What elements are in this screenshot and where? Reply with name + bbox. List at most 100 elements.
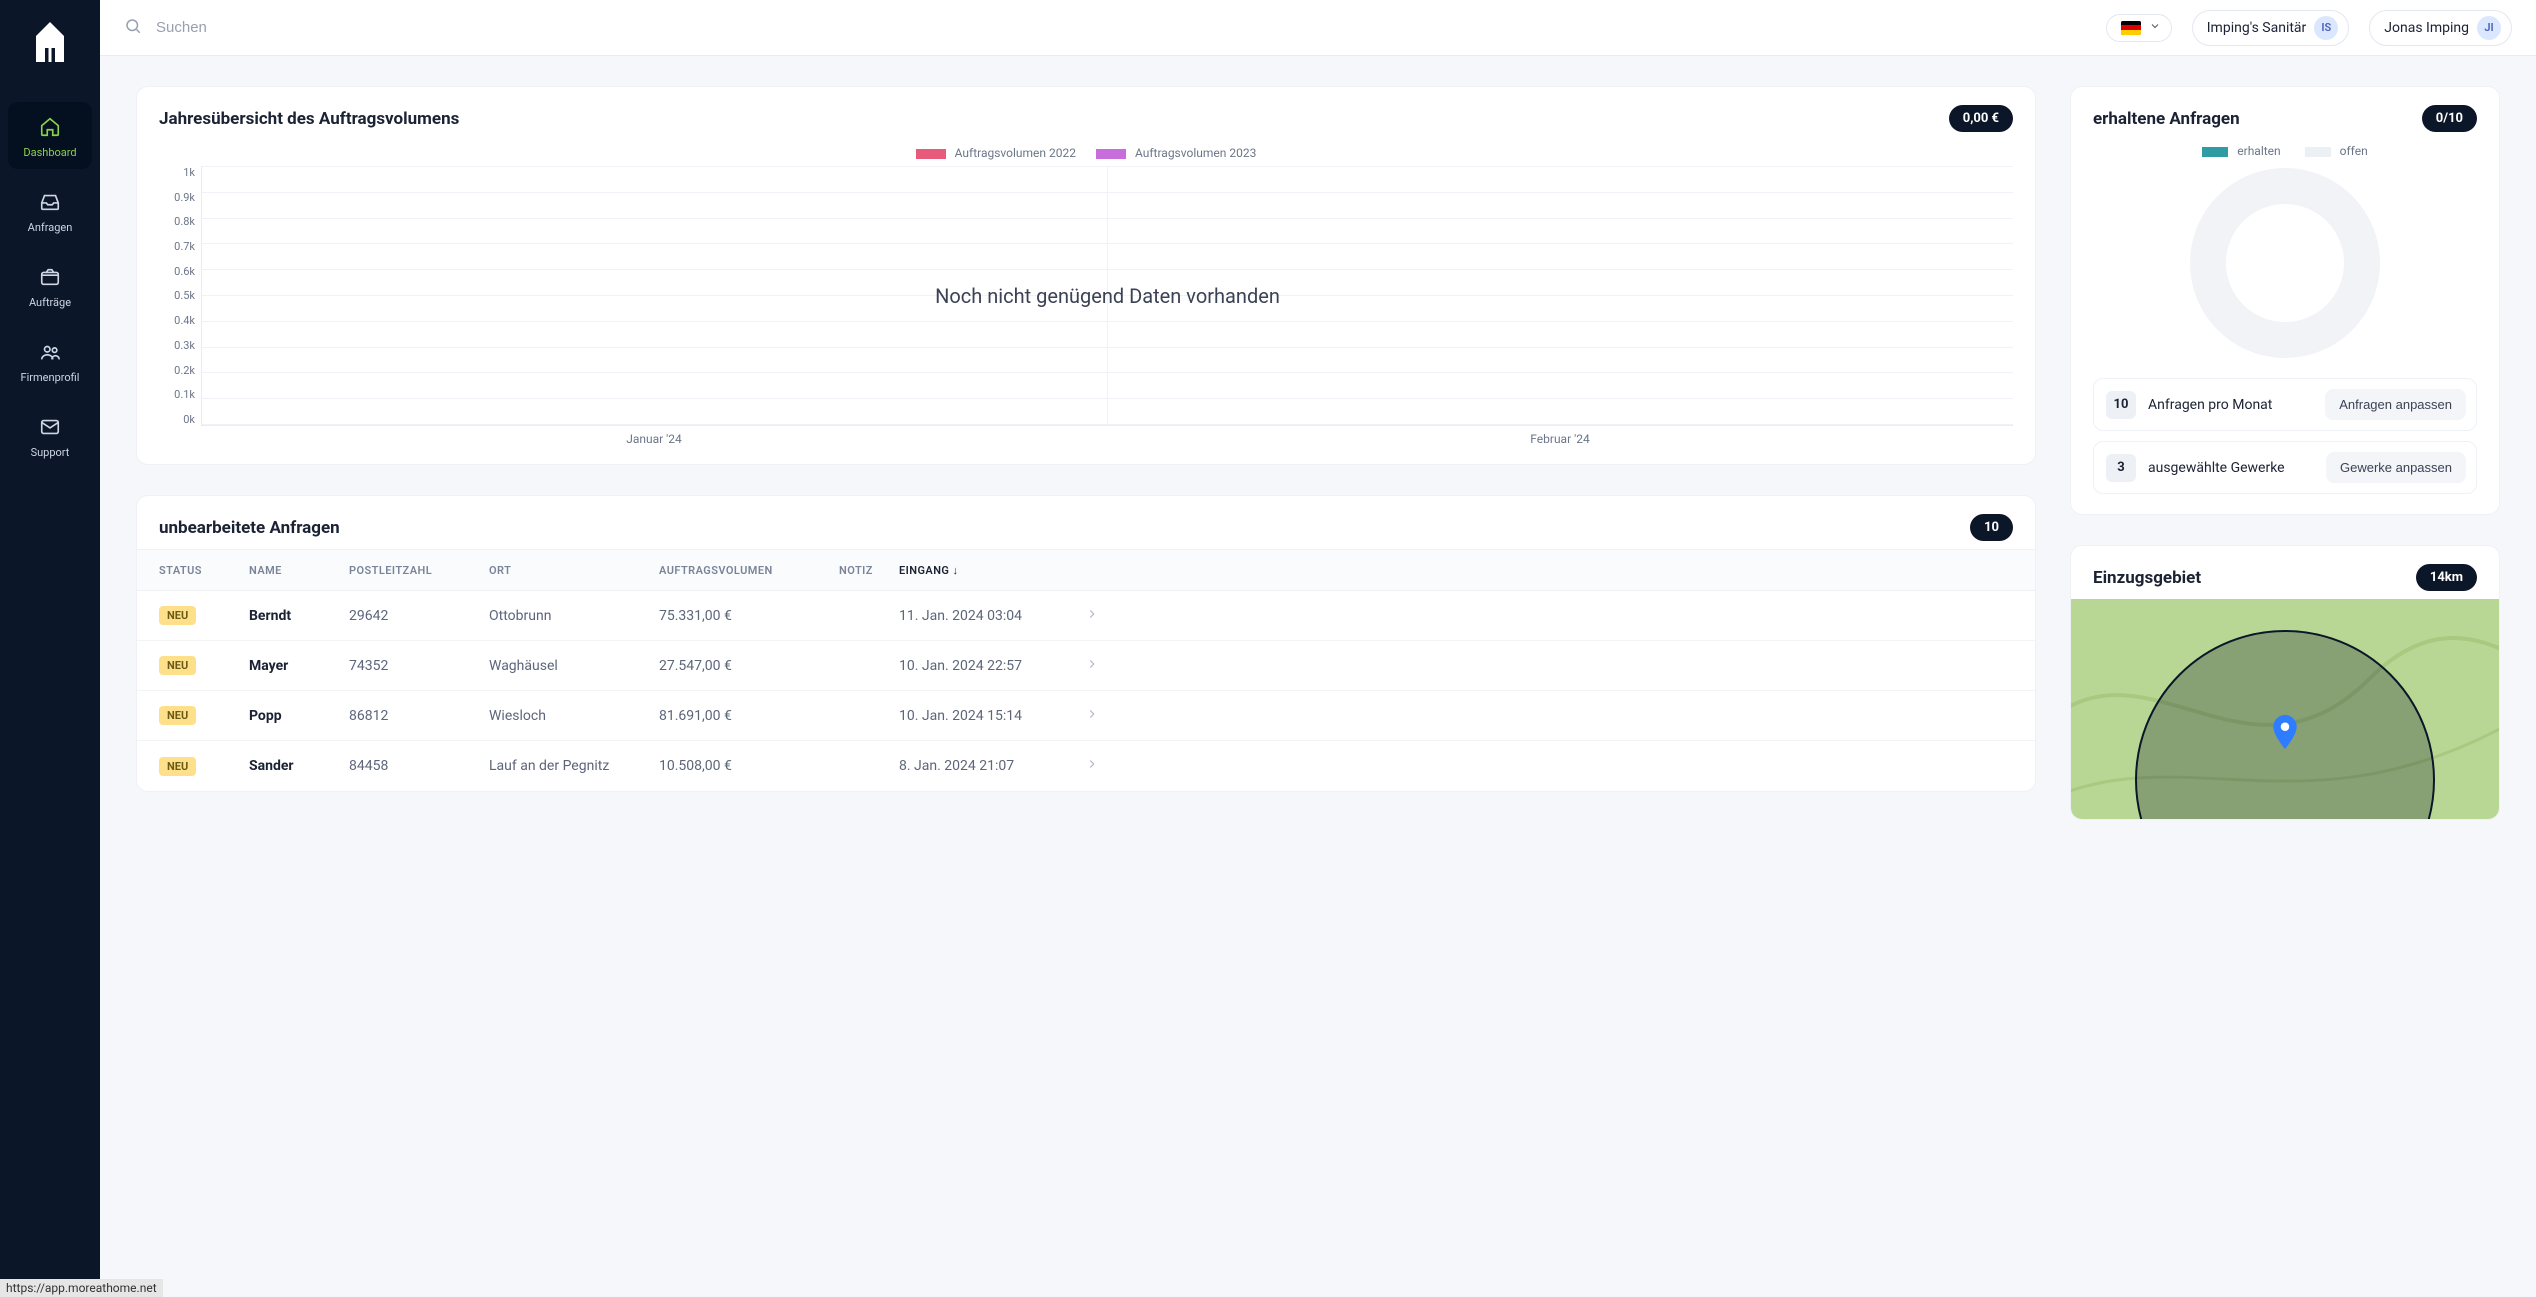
chevron-right-icon [1059,607,1099,625]
donut-legend: erhalten offen [2093,144,2477,158]
sort-desc-icon: ↓ [953,564,959,577]
browser-status-url: https://app.moreathome.net [0,1279,163,1297]
sidebar-item-label: Dashboard [23,146,76,159]
col-plz[interactable]: POSTLEITZAHL [349,564,489,577]
legend-swatch-icon [1096,149,1126,159]
sidebar-item-support[interactable]: Support [8,402,92,469]
legend-swatch-icon [2305,147,2331,157]
legend-received: erhalten [2202,144,2280,158]
table-row[interactable]: NEU Popp 86812 Wiesloch 81.691,00 € 10. … [137,691,2035,741]
cell-volumen: 10.508,00 € [659,758,839,774]
inbox-icon [39,191,61,213]
adjust-requests-button[interactable]: Anfragen anpassen [2325,389,2466,420]
mail-icon [39,416,61,438]
chart-total-badge: 0,00 € [1949,105,2013,132]
map-pin-icon [2272,715,2298,753]
status-badge: NEU [159,606,196,625]
col-name[interactable]: NAME [249,564,349,577]
sidebar-item-anfragen[interactable]: Anfragen [8,177,92,244]
sidebar-item-label: Support [31,446,70,459]
cell-plz: 86812 [349,708,489,724]
user-name: Jonas Imping [2384,20,2469,36]
cell-name: Mayer [249,658,349,674]
card-title: Jahresübersicht des Auftragsvolumens [159,109,459,129]
legend-swatch-icon [916,149,946,159]
table-row[interactable]: NEU Mayer 74352 Waghäusel 27.547,00 € 10… [137,641,2035,691]
search-icon [124,17,142,39]
cell-eingang: 8. Jan. 2024 21:07 [899,758,1059,774]
chart-legend: Auftragsvolumen 2022 Auftragsvolumen 202… [159,146,2013,160]
card-title: Einzugsgebiet [2093,568,2201,588]
donut-chart [2190,168,2380,358]
col-ort[interactable]: ORT [489,564,659,577]
stat-count: 10 [2106,391,2136,419]
cell-name: Popp [249,708,349,724]
chevron-right-icon [1059,707,1099,725]
chart-x-axis: Januar '24 Februar '24 [201,432,2013,446]
cell-eingang: 10. Jan. 2024 22:57 [899,658,1059,674]
status-badge: NEU [159,706,196,725]
stat-selected-trades: 3 ausgewählte Gewerke Gewerke anpassen [2093,441,2477,494]
col-status[interactable]: STATUS [159,564,249,577]
chart-plot-area: Noch nicht genügend Daten vorhanden [201,166,2013,426]
radius-badge: 14km [2416,564,2477,591]
sidebar-item-label: Firmenprofil [21,371,80,384]
requests-count-badge: 0/10 [2422,105,2477,132]
cell-ort: Ottobrunn [489,608,659,624]
table-count-badge: 10 [1970,514,2013,541]
cell-plz: 29642 [349,608,489,624]
cell-name: Berndt [249,608,349,624]
table-header-row: STATUS NAME POSTLEITZAHL ORT AUFTRAGSVOL… [137,549,2035,591]
app-logo [34,20,66,68]
cell-plz: 74352 [349,658,489,674]
cell-eingang: 10. Jan. 2024 15:14 [899,708,1059,724]
flag-de-icon [2121,21,2141,35]
users-icon [39,341,61,363]
adjust-trades-button[interactable]: Gewerke anpassen [2326,452,2466,483]
sidebar: Dashboard Anfragen Aufträge Firmenprofil… [0,0,100,1297]
chevron-right-icon [1059,657,1099,675]
col-notiz[interactable]: NOTIZ [839,564,899,577]
search-wrap [124,17,2086,39]
cell-ort: Lauf an der Pegnitz [489,758,659,774]
stat-label: Anfragen pro Monat [2148,397,2272,413]
chart-y-axis: 1k 0.9k 0.8k 0.7k 0.6k 0.5k 0.4k 0.3k 0.… [159,166,201,426]
card-title: unbearbeitete Anfragen [159,518,340,538]
stat-requests-per-month: 10 Anfragen pro Monat Anfragen anpassen [2093,378,2477,431]
cell-volumen: 75.331,00 € [659,608,839,624]
status-badge: NEU [159,656,196,675]
legend-swatch-icon [2202,147,2228,157]
home-icon [39,116,61,138]
company-picker[interactable]: Imping's Sanitär IS [2192,10,2350,46]
cell-eingang: 11. Jan. 2024 03:04 [899,608,1059,624]
coverage-map[interactable] [2071,599,2499,819]
cell-plz: 84458 [349,758,489,774]
cell-name: Sander [249,758,349,774]
chevron-down-icon [2149,20,2161,36]
cell-ort: Waghäusel [489,658,659,674]
sidebar-item-firmenprofil[interactable]: Firmenprofil [8,327,92,394]
legend-series-2022: Auftragsvolumen 2022 [916,146,1076,160]
legend-series-2023: Auftragsvolumen 2023 [1096,146,1256,160]
language-picker[interactable] [2106,14,2172,42]
card-title: erhaltene Anfragen [2093,109,2240,129]
table-row[interactable]: NEU Berndt 29642 Ottobrunn 75.331,00 € 1… [137,591,2035,641]
topbar: Imping's Sanitär IS Jonas Imping JI [100,0,2536,56]
table-row[interactable]: NEU Sander 84458 Lauf an der Pegnitz 10.… [137,741,2035,791]
sidebar-item-label: Aufträge [29,296,71,309]
search-input[interactable] [156,19,2086,36]
card-overview-chart: Jahresübersicht des Auftragsvolumens 0,0… [136,86,2036,465]
sidebar-item-auftraege[interactable]: Aufträge [8,252,92,319]
col-eingang[interactable]: EINGANG ↓ [899,564,1059,577]
user-picker[interactable]: Jonas Imping JI [2369,10,2512,46]
stat-count: 3 [2106,454,2136,482]
cell-volumen: 81.691,00 € [659,708,839,724]
legend-open: offen [2305,144,2368,158]
company-avatar: IS [2314,16,2338,40]
box-icon [39,266,61,288]
card-coverage-area: Einzugsgebiet 14km [2070,545,2500,820]
col-volumen[interactable]: AUFTRAGSVOLUMEN [659,564,839,577]
card-unprocessed-requests: unbearbeitete Anfragen 10 STATUS NAME PO… [136,495,2036,792]
sidebar-item-dashboard[interactable]: Dashboard [8,102,92,169]
sidebar-item-label: Anfragen [28,221,73,234]
